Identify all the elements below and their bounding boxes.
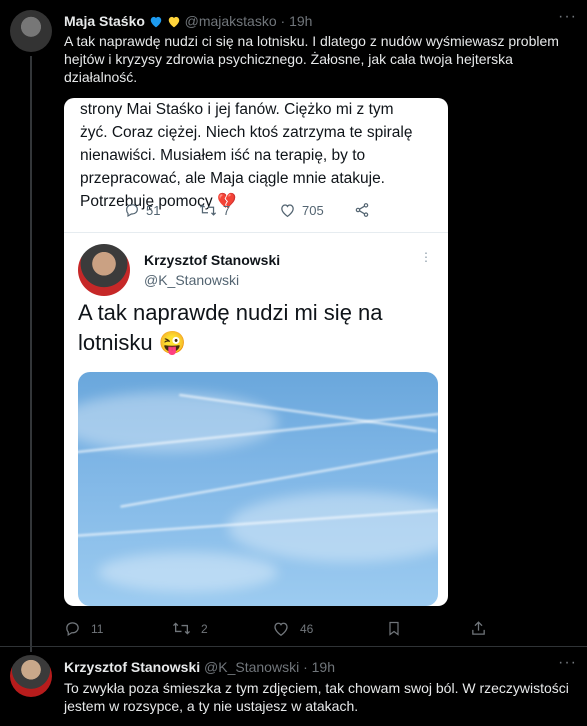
quoted-share	[354, 202, 370, 218]
attached-screenshot[interactable]: strony Mai Staśko i jej fanów. Ciężko mi…	[64, 98, 448, 606]
tweet-divider	[0, 646, 587, 647]
author-handle[interactable]: @majakstasko	[185, 13, 277, 29]
thread-line	[30, 56, 32, 652]
reply-count: 11	[91, 621, 104, 636]
vertical-more-icon: ⋮	[420, 250, 432, 264]
separator-dot: ·	[280, 13, 286, 29]
retweet-icon	[172, 622, 191, 635]
quoted-author-avatar	[78, 244, 130, 296]
quoted-tweet-body: A tak naprawdę nudzi mi się na lotnisku …	[78, 300, 383, 355]
like-count: 46	[300, 621, 314, 636]
quoted-reply: 51	[124, 202, 160, 218]
reply-icon	[66, 622, 79, 637]
quoted-author-name: Krzysztof Stanowski	[144, 252, 281, 268]
bookmark-button[interactable]	[386, 620, 402, 637]
sky-photo	[78, 372, 438, 606]
tweet-text: A tak naprawdę nudzi ci się na lotnisku.…	[64, 33, 559, 85]
quoted-retweet-count: 7	[223, 202, 231, 218]
separator-dot: ·	[303, 659, 308, 675]
reply-button[interactable]: 11	[64, 620, 103, 637]
retweet-button[interactable]: 2	[172, 620, 208, 637]
retweet-count: 2	[201, 621, 208, 636]
like-icon	[274, 622, 288, 637]
quoted-like: 705	[279, 202, 324, 218]
quoted-author-handle: @K_Stanowski	[144, 272, 240, 288]
cloud	[98, 552, 278, 592]
reply-icon	[126, 204, 138, 218]
share-icon	[355, 203, 369, 217]
more-options-icon[interactable]: ···	[558, 654, 577, 672]
timestamp[interactable]: 19h	[312, 659, 335, 675]
avatar[interactable]	[10, 655, 52, 697]
yellow-heart-icon	[168, 16, 179, 28]
cloud	[228, 492, 438, 562]
quoted-reply-count: 51	[146, 202, 161, 218]
author-name[interactable]: Krzysztof Stanowski	[64, 659, 200, 675]
cloud	[78, 392, 278, 452]
tweet-text: To zwykła poza śmieszka z tym zdjęciem, …	[64, 680, 569, 714]
avatar[interactable]	[10, 10, 52, 52]
retweet-icon	[199, 204, 217, 216]
author-handle[interactable]: @K_Stanowski	[204, 659, 299, 675]
share-button[interactable]	[470, 620, 487, 637]
divider	[64, 232, 448, 233]
tweet-header: Maja Staśko @majakstasko · 19h	[64, 12, 312, 30]
timestamp[interactable]: 19h	[289, 13, 312, 29]
author-name[interactable]: Maja Staśko	[64, 13, 145, 29]
bookmark-icon	[389, 621, 399, 636]
more-options-icon[interactable]: ···	[558, 8, 577, 26]
share-icon	[472, 621, 485, 635]
like-button[interactable]: 46	[272, 620, 313, 637]
quoted-retweet: 7	[199, 202, 230, 218]
quoted-like-count: 705	[302, 202, 324, 218]
blue-heart-icon	[150, 16, 162, 28]
tweet-header: Krzysztof Stanowski @K_Stanowski · 19h	[64, 658, 335, 676]
quoted-text: strony Mai Staśko i jej fanów. Ciężko mi…	[80, 101, 413, 210]
like-icon	[281, 204, 294, 218]
